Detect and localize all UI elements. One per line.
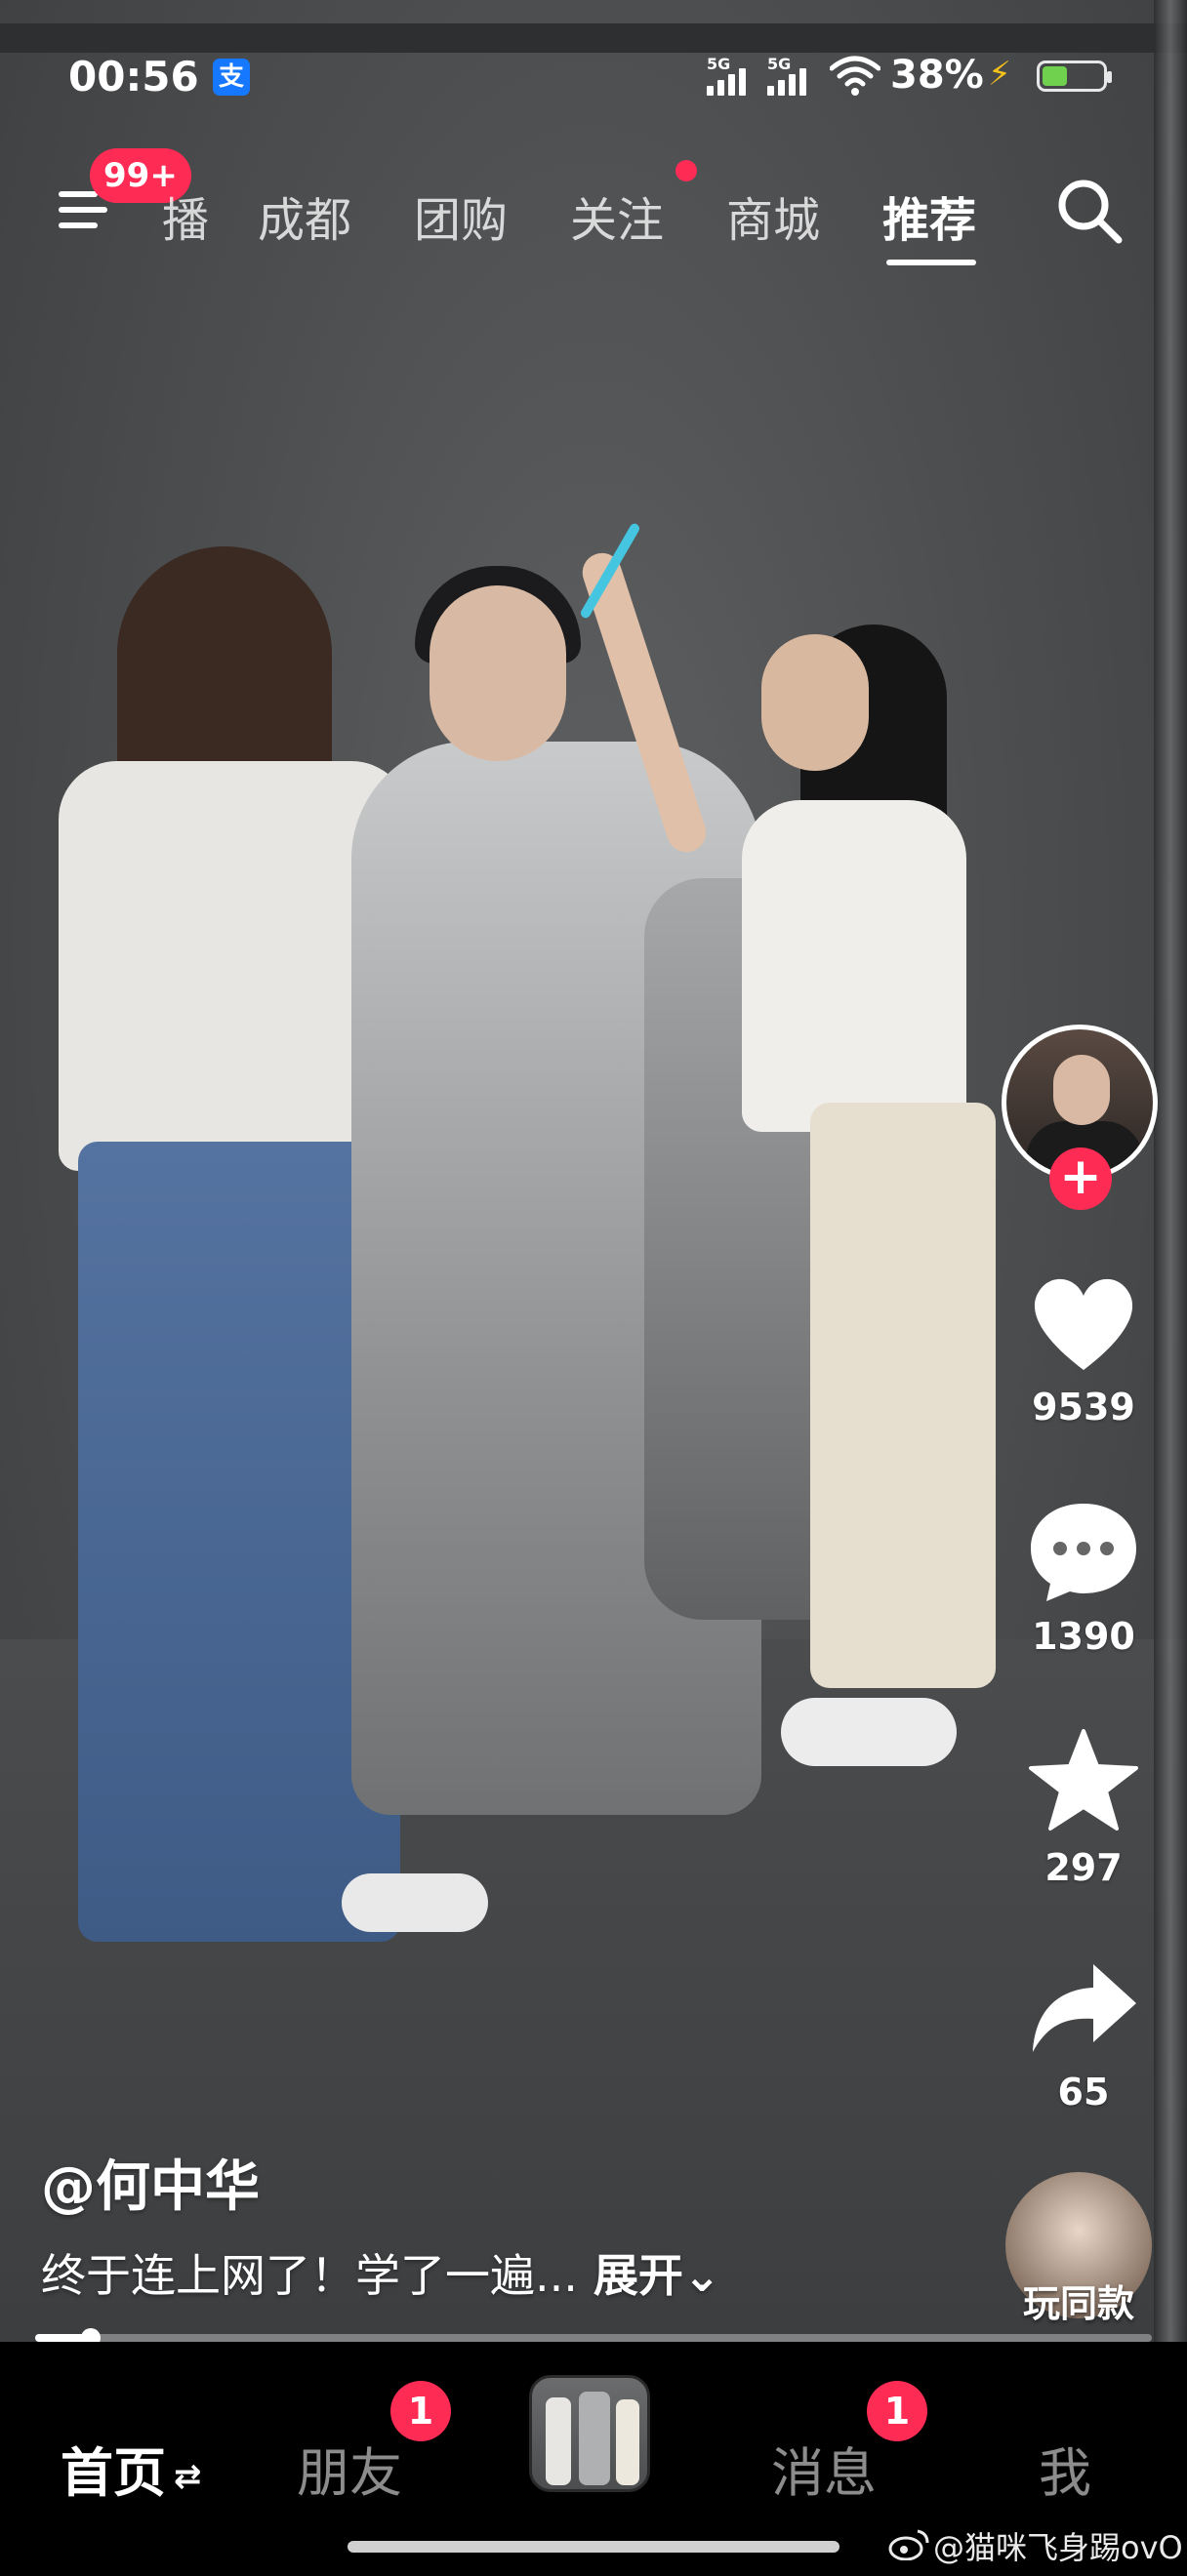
caption-text: 终于连上网了！学了一遍... bbox=[41, 2249, 578, 2302]
tab-mall[interactable]: 商城 bbox=[726, 181, 820, 250]
backdrop-stand bbox=[1154, 0, 1187, 2342]
tab-following[interactable]: 关注 bbox=[570, 181, 664, 250]
create-button[interactable] bbox=[529, 2375, 650, 2492]
following-new-dot bbox=[675, 160, 697, 181]
right-person-face bbox=[761, 634, 869, 771]
left-person-shoe bbox=[342, 1873, 488, 1932]
alipay-icon: 支 bbox=[213, 59, 250, 96]
charging-icon: ⚡ bbox=[988, 55, 1011, 94]
tab-recommend[interactable]: 推荐 bbox=[882, 181, 976, 250]
like-count: 9539 bbox=[1032, 1386, 1135, 1429]
nav-messages[interactable]: 消息 bbox=[771, 2430, 877, 2507]
nav-me[interactable]: 我 bbox=[1039, 2430, 1091, 2507]
active-tab-indicator bbox=[886, 260, 976, 265]
tab-chengdu[interactable]: 成都 bbox=[258, 181, 351, 250]
tab-group-buy[interactable]: 团购 bbox=[414, 181, 508, 250]
battery-icon bbox=[1037, 60, 1112, 92]
messages-badge: 1 bbox=[867, 2381, 927, 2441]
comment-bubble-icon[interactable] bbox=[1025, 1498, 1142, 1605]
swap-icon: ⇄ bbox=[174, 2457, 202, 2497]
battery-percent: 38% bbox=[890, 53, 984, 98]
nav-friends[interactable]: 朋友 bbox=[297, 2430, 402, 2507]
wifi-icon bbox=[830, 56, 880, 96]
nav-home-label: 首页 bbox=[61, 2442, 166, 2504]
video-progress-bar[interactable] bbox=[35, 2328, 1152, 2348]
share-arrow-icon[interactable] bbox=[1025, 1956, 1142, 2064]
friends-badge: 1 bbox=[390, 2381, 451, 2441]
right-person-skirt bbox=[810, 1103, 996, 1688]
like-heart-icon[interactable] bbox=[1025, 1268, 1142, 1376]
video-caption: 终于连上网了！学了一遍... 展开⌄ bbox=[41, 2240, 720, 2305]
follow-button[interactable]: + bbox=[1049, 1147, 1112, 1210]
right-person-shoe bbox=[781, 1698, 957, 1766]
status-bar: 00:56 支 5G 5G 38% ⚡ bbox=[0, 0, 1187, 146]
top-navigation: 99+ 播 成都 团购 关注 商城 推荐 bbox=[0, 146, 1187, 283]
home-indicator[interactable] bbox=[348, 2541, 839, 2553]
cellular-signal-icon bbox=[767, 64, 810, 96]
watermark: @猫咪飞身踢ovO bbox=[933, 2529, 1183, 2566]
expand-caption-button[interactable]: 展开⌄ bbox=[594, 2249, 721, 2302]
status-time: 00:56 bbox=[68, 53, 199, 101]
search-icon[interactable] bbox=[1054, 176, 1125, 246]
video-player[interactable] bbox=[0, 0, 1187, 2342]
expand-label: 展开 bbox=[593, 2249, 683, 2302]
actor-face bbox=[430, 585, 566, 761]
nav-home[interactable]: 首页 ⇄ bbox=[61, 2430, 202, 2507]
tab-live[interactable]: 播 bbox=[162, 181, 209, 250]
weibo-icon bbox=[888, 2529, 929, 2560]
right-person-top bbox=[742, 800, 966, 1132]
use-same-template-label[interactable]: 玩同款 bbox=[986, 2274, 1171, 2327]
comment-count: 1390 bbox=[1032, 1615, 1135, 1658]
author-name[interactable]: @何中华 bbox=[41, 2143, 260, 2222]
cellular-signal-icon bbox=[707, 64, 750, 96]
favorite-star-icon[interactable] bbox=[1025, 1727, 1142, 1834]
chevron-down-icon: ⌄ bbox=[682, 2249, 721, 2302]
favorite-count: 297 bbox=[1044, 1846, 1123, 1889]
share-count: 65 bbox=[1057, 2071, 1110, 2113]
